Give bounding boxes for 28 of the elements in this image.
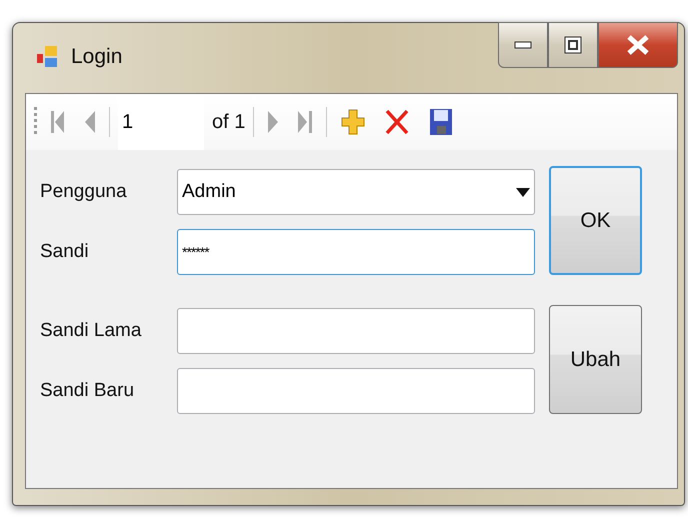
field-label: Sandi Lama (40, 320, 142, 342)
dropdown-arrow-icon (516, 188, 530, 196)
next-icon (268, 109, 278, 135)
maximize-button[interactable] (548, 22, 598, 68)
field-label: Sandi Baru (40, 380, 136, 402)
last-record-icon (298, 109, 312, 135)
user-dropdown[interactable]: Admin (177, 169, 535, 215)
password-field[interactable]: ****** (177, 229, 535, 275)
app-icon (37, 45, 59, 69)
record-count: of 1 (212, 110, 246, 134)
window-title: Login (71, 45, 122, 69)
change-button[interactable]: Ubah (549, 305, 642, 414)
field-label: Sandi (40, 241, 90, 263)
previous-icon (85, 109, 95, 135)
field-label: Pengguna (40, 181, 128, 203)
ok-button[interactable]: OK (549, 166, 642, 275)
minimize-icon (514, 41, 532, 49)
close-button[interactable] (598, 22, 678, 68)
first-record-icon (51, 109, 65, 135)
password-field[interactable] (177, 308, 535, 354)
delete-icon (385, 109, 410, 135)
save-icon (429, 108, 454, 136)
grip-icon (34, 107, 37, 137)
close-icon (626, 35, 650, 55)
plus-icon (341, 109, 366, 135)
minimize-button[interactable] (498, 22, 548, 68)
maximize-icon (564, 36, 582, 54)
password-field[interactable] (177, 368, 535, 414)
